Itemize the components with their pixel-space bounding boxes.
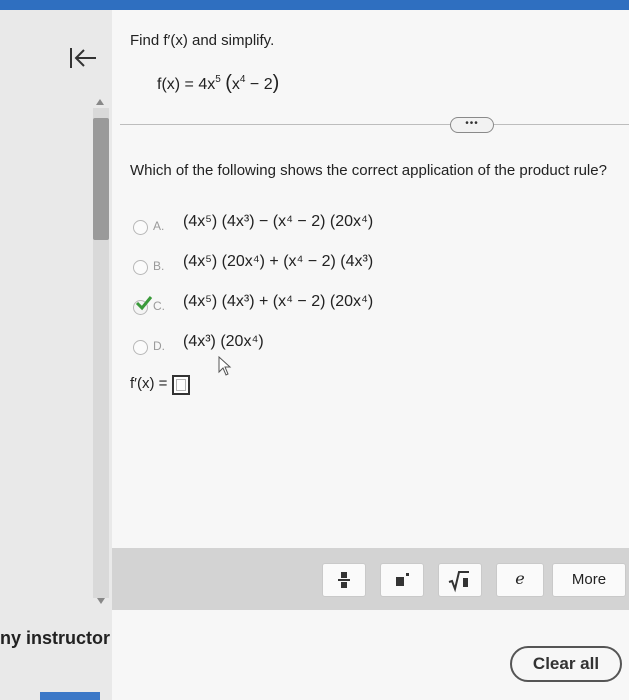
option-expression: (4x⁵) (4x³) + (x⁴ − 2) (20x⁴) — [183, 293, 374, 310]
section-divider — [120, 124, 629, 125]
ask-instructor-link[interactable]: ny instructor — [0, 628, 110, 649]
option-letter: A. — [153, 219, 165, 233]
more-button[interactable]: More — [552, 563, 626, 597]
back-to-start-icon[interactable] — [66, 44, 100, 72]
scroll-down-arrow-icon[interactable] — [97, 598, 105, 604]
answer-input[interactable] — [172, 375, 190, 395]
option-expression: (4x⁵) (4x³) − (x⁴ − 2) (20x⁴) — [183, 213, 374, 230]
bottom-bar-fragment — [40, 692, 100, 700]
option-expression: (4x⁵) (20x⁴) + (x⁴ − 2) (4x³) — [183, 253, 374, 270]
radio-b[interactable] — [133, 260, 148, 275]
option-letter: D. — [153, 339, 165, 353]
clear-all-button[interactable]: Clear all — [510, 646, 622, 682]
scroll-up-arrow-icon[interactable] — [96, 99, 104, 105]
top-bar — [0, 0, 629, 10]
mouse-cursor-icon — [218, 356, 232, 376]
option-letter: B. — [153, 259, 165, 273]
expand-ellipsis-button[interactable]: ••• — [450, 117, 494, 133]
euler-e-button[interactable]: e — [496, 563, 544, 597]
option-letter: C. — [153, 299, 165, 313]
exponent-button[interactable] — [380, 563, 424, 597]
question-text: Which of the following shows the correct… — [130, 162, 607, 179]
answer-label: f′(x) = — [130, 375, 168, 392]
paren-close: ) — [272, 72, 280, 94]
function-inner-rest: − 2 — [245, 76, 273, 93]
fraction-icon — [338, 572, 350, 588]
check-icon — [135, 296, 153, 311]
function-lhs: f(x) = 4x — [157, 76, 216, 93]
square-root-button[interactable] — [438, 563, 482, 597]
radio-a[interactable] — [133, 220, 148, 235]
function-exponent: 5 — [215, 74, 221, 85]
question-prompt: Find f′(x) and simplify. — [130, 32, 275, 49]
scrollbar-thumb[interactable] — [93, 118, 109, 240]
paren-open: ( — [225, 72, 232, 94]
exponent-icon — [396, 573, 409, 586]
option-expression: (4x³) (20x⁴) — [183, 333, 264, 350]
fraction-button[interactable] — [322, 563, 366, 597]
function-inner: x — [231, 76, 240, 93]
square-root-icon — [448, 571, 469, 593]
function-definition: f(x) = 4x5 (x4 − 2) — [157, 72, 279, 95]
radio-d[interactable] — [133, 340, 148, 355]
